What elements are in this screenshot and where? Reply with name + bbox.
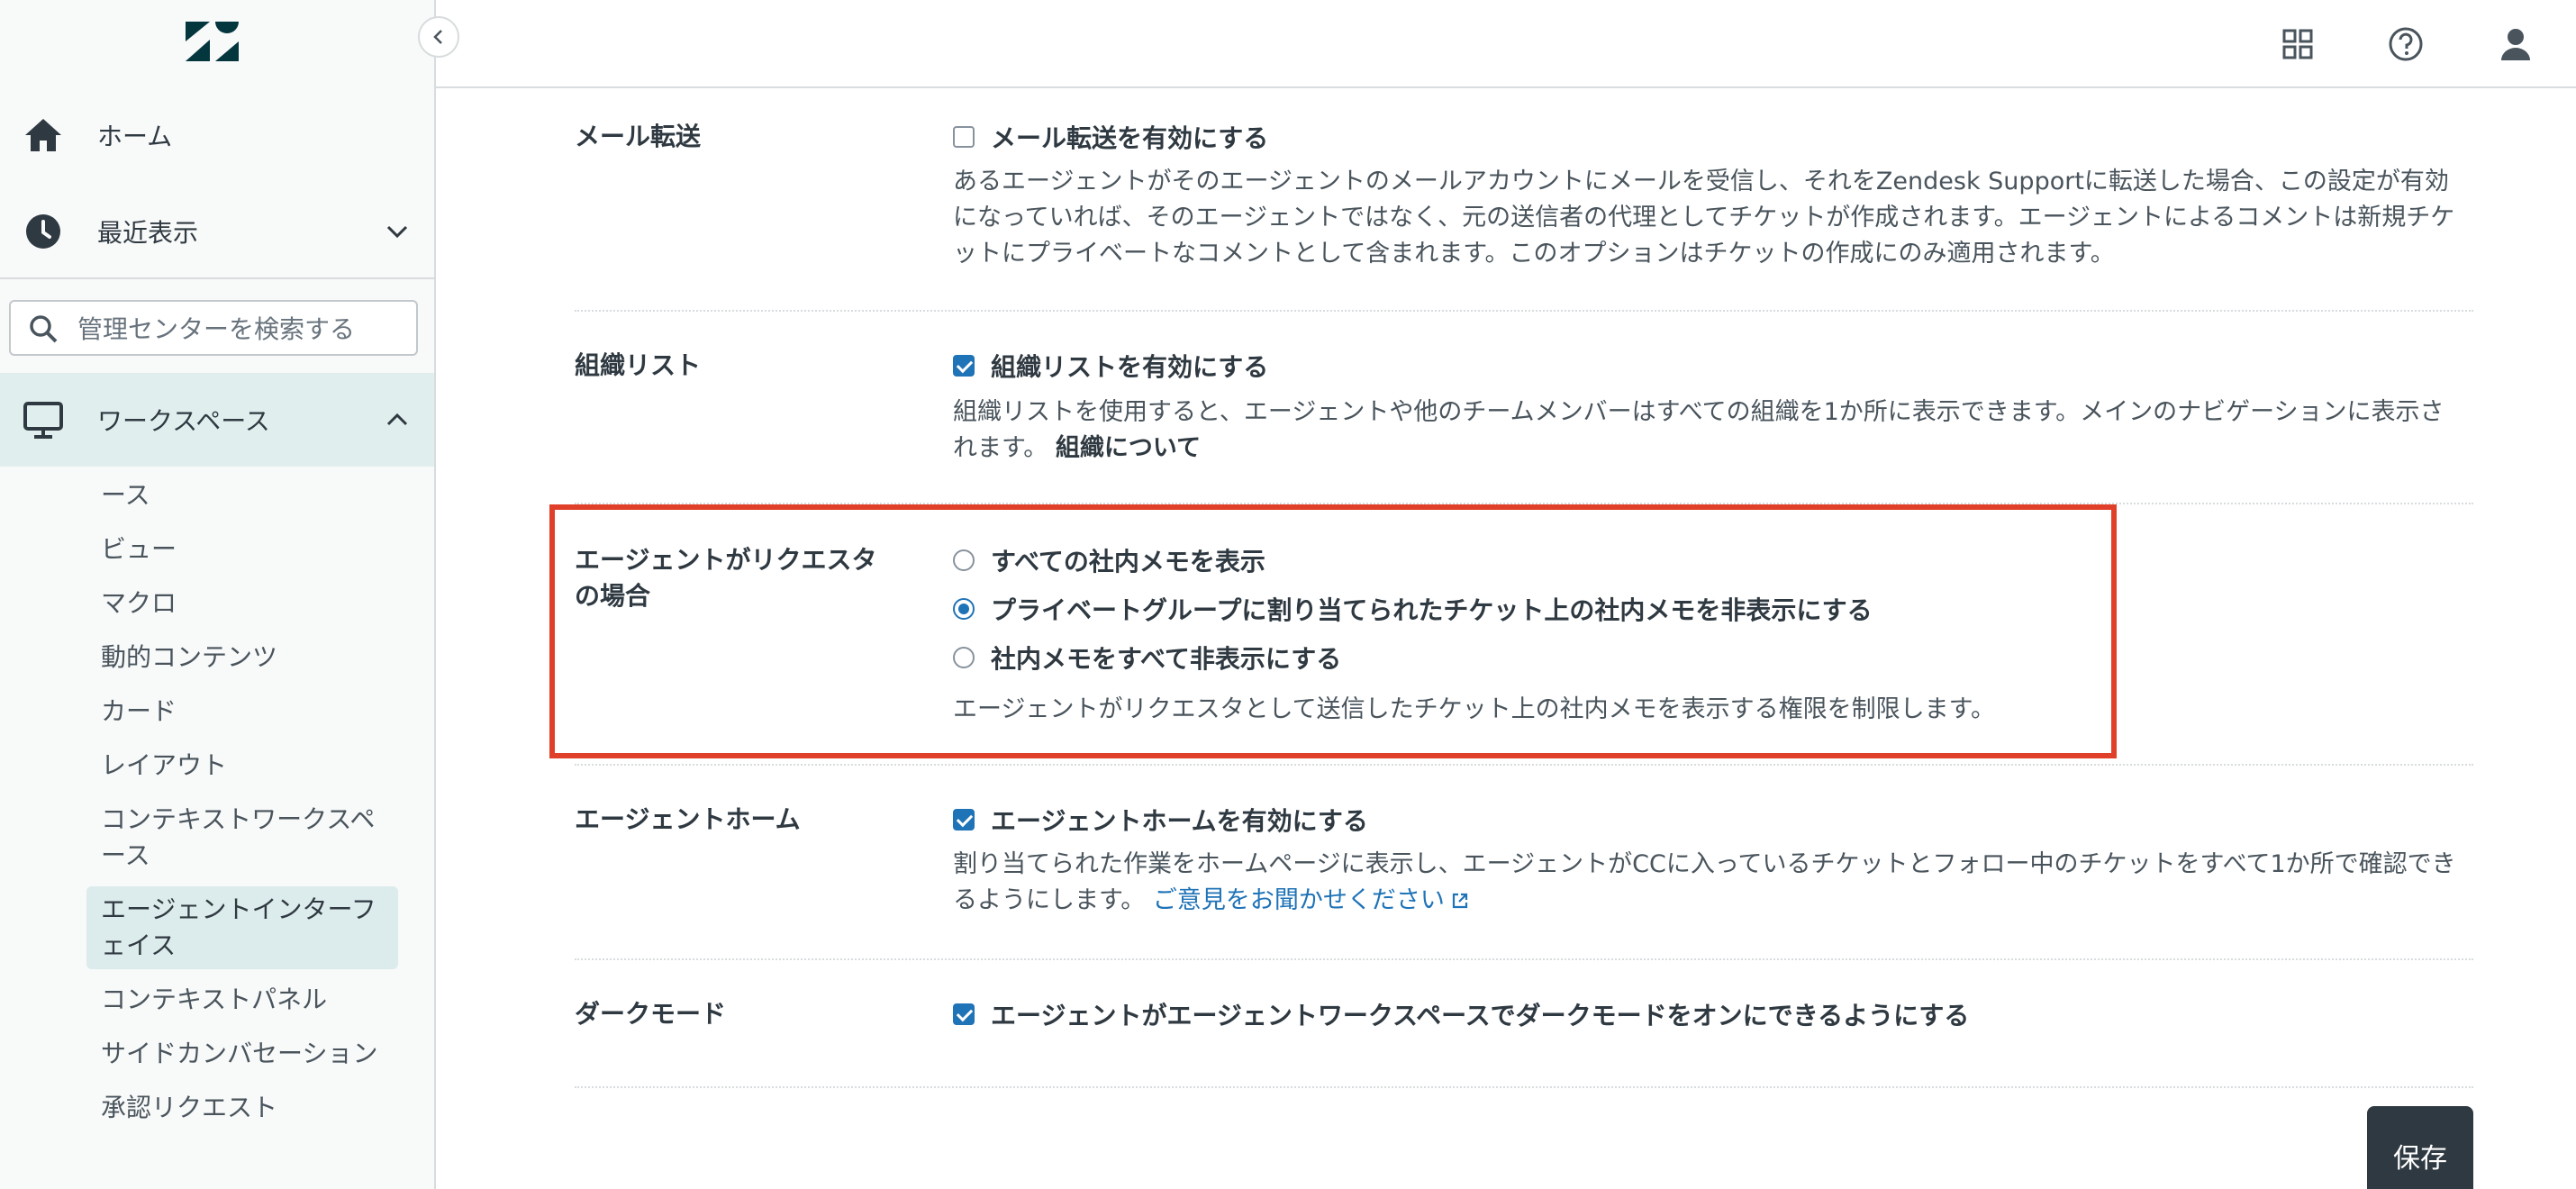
nav-workspace-label: ワークスペース [97, 406, 270, 436]
feedback-link[interactable]: ご意見をお聞かせください [1153, 886, 1470, 914]
home-icon [22, 113, 65, 157]
save-button[interactable]: 保存 [2367, 1106, 2473, 1189]
about-orgs-link[interactable]: 組織について [1056, 434, 1201, 462]
monitor-icon [22, 398, 65, 441]
submenu-item-cards[interactable]: カード [86, 688, 398, 735]
dark-mode-option-label: エージェントがエージェントワークスペースでダークモードをオンにできるようにする [991, 1001, 1970, 1030]
user-avatar-icon[interactable] [2493, 22, 2538, 67]
org-list-description: 組織リストを使用すると、エージェントや他のチームメンバーはすべての組織を1か所に… [953, 395, 2466, 467]
mail-forward-option[interactable]: メール転送を有効にする [953, 119, 1268, 155]
admin-search-input[interactable] [76, 311, 404, 347]
agent-home-description: 割り当てられた作業をホームページに表示し、エージェントがCCに入っているチケット… [953, 847, 2466, 919]
submenu-item-views[interactable]: ビュー [86, 526, 398, 573]
chevron-left-icon [433, 30, 442, 44]
submenu-item-approval-requests[interactable]: 承認リクエスト [86, 1085, 398, 1131]
divider [575, 958, 2473, 960]
mail-forward-checkbox[interactable] [953, 126, 975, 148]
divider [575, 310, 2473, 312]
admin-search-field[interactable] [9, 300, 418, 356]
org-list-option-label: 組織リストを有効にする [991, 352, 1269, 382]
org-list-option[interactable]: 組織リストを有効にする [953, 348, 1268, 384]
collapse-sidebar-button[interactable] [418, 16, 459, 58]
apps-grid-icon[interactable] [2275, 22, 2320, 67]
submenu-item-contextual-workspaces[interactable]: コンテキストワークスペース [86, 796, 398, 879]
org-list-checkbox[interactable] [953, 355, 975, 377]
dark-mode-checkbox[interactable] [953, 1003, 975, 1025]
external-link-icon [1452, 893, 1468, 909]
feedback-link-label: ご意見をお聞かせください [1152, 886, 1445, 914]
nav-recent-label: 最近表示 [97, 217, 199, 248]
chevron-up-icon [386, 413, 408, 426]
nav-home-label: ホーム [97, 122, 173, 151]
mail-forward-description: あるエージェントがそのエージェントのメールアカウントにメールを受信し、それをZe… [953, 168, 2455, 268]
zendesk-logo[interactable] [184, 20, 241, 63]
nav-workspace[interactable]: ワークスペース [0, 373, 434, 467]
submenu-item[interactable]: ース [86, 472, 398, 519]
org-list-label: 組織リスト [575, 350, 702, 380]
highlight-box [549, 504, 2117, 758]
submenu-item-dynamic-content[interactable]: 動的コンテンツ [86, 634, 398, 681]
mail-forward-label: メール転送 [575, 122, 702, 151]
agent-home-option[interactable]: エージェントホームを有効にする [953, 802, 1368, 838]
divider [575, 1086, 2473, 1088]
dark-mode-option[interactable]: エージェントがエージェントワークスペースでダークモードをオンにできるようにする [953, 996, 1969, 1032]
submenu-item-macros[interactable]: マクロ [86, 580, 398, 627]
chevron-down-icon [386, 225, 408, 238]
dark-mode-label: ダークモード [575, 999, 727, 1029]
settings-content: メール転送 メール転送を有効にする あるエージェントがそのエージェントのメールア… [436, 88, 2576, 1189]
submenu-item-context-panel[interactable]: コンテキストパネル [86, 976, 398, 1023]
submenu-item-layouts[interactable]: レイアウト [86, 742, 398, 789]
submenu-item-side-conversations[interactable]: サイドカンバセーション [86, 1030, 398, 1077]
divider [575, 764, 2473, 766]
search-icon [30, 315, 58, 343]
sidebar: ホーム 最近表示 ワークスペース ース ビュー マクロ 動的コンテンツ カード … [0, 0, 436, 1189]
agent-home-checkbox[interactable] [953, 809, 975, 830]
top-bar [436, 0, 2576, 88]
nav-home[interactable]: ホーム [0, 90, 434, 180]
nav-recent[interactable]: 最近表示 [0, 185, 434, 279]
agent-home-label: エージェントホーム [575, 804, 801, 834]
mail-forward-option-label: メール転送を有効にする [991, 123, 1269, 153]
submenu-item-agent-interface[interactable]: エージェントインターフェイス [86, 886, 398, 969]
help-icon[interactable] [2383, 22, 2428, 67]
agent-home-option-label: エージェントホームを有効にする [991, 806, 1368, 836]
clock-icon [22, 210, 65, 253]
